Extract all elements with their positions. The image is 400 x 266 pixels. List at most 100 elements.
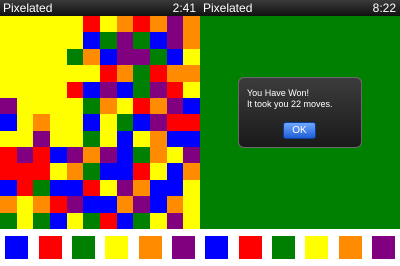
color-swatch-green-button[interactable] xyxy=(271,236,295,259)
board-cell-yellow xyxy=(83,65,100,82)
board-cell-red xyxy=(133,97,150,115)
board-cell-purple xyxy=(166,97,184,115)
board-cell-yellow xyxy=(33,81,50,98)
board-cell-purple xyxy=(183,147,200,164)
board-cell-yellow xyxy=(0,48,17,66)
board-cell-yellow xyxy=(183,179,200,197)
board-cell-red xyxy=(166,114,184,131)
board-cell-green xyxy=(66,48,84,66)
board-cell-yellow xyxy=(16,65,34,82)
board-cell-purple xyxy=(166,16,184,33)
board-cell-green xyxy=(133,32,150,49)
board-cell-orange xyxy=(183,16,200,33)
board-cell-green xyxy=(116,114,134,131)
board-cell-yellow xyxy=(166,147,184,164)
board-cell-red xyxy=(149,65,167,82)
board-cell-orange xyxy=(149,16,167,33)
board-cell-red xyxy=(66,81,84,98)
board-cell-yellow xyxy=(66,130,84,148)
board-cell-orange xyxy=(83,48,100,66)
board-cell-purple xyxy=(33,130,50,148)
color-swatch-yellow-button[interactable] xyxy=(305,236,329,259)
board-cell-yellow xyxy=(99,16,117,33)
color-swatch-yellow-button[interactable] xyxy=(105,236,129,259)
color-swatch-green-button[interactable] xyxy=(71,236,95,259)
board-cell-purple xyxy=(133,48,150,66)
color-swatch-red-button[interactable] xyxy=(238,236,262,259)
board-cell-yellow xyxy=(16,81,34,98)
board-cell-orange xyxy=(133,179,150,197)
board-cell-yellow xyxy=(16,130,34,148)
board-cell-yellow xyxy=(66,65,84,82)
board-cell-yellow xyxy=(16,32,34,49)
board-cell-blue xyxy=(116,130,134,148)
board-cell-orange xyxy=(33,114,50,131)
board-cell-yellow xyxy=(49,32,67,49)
board-cell-green xyxy=(149,48,167,66)
win-message: You Have Won! xyxy=(247,88,310,98)
color-swatch-blue-button[interactable] xyxy=(5,236,29,259)
board-cell-blue xyxy=(116,147,134,164)
color-swatch-orange-button[interactable] xyxy=(138,236,162,259)
board-cell-blue xyxy=(166,130,184,148)
color-swatch-purple-button[interactable] xyxy=(171,236,195,259)
board-cell-yellow xyxy=(66,212,84,229)
board-cell-red xyxy=(33,147,50,164)
board-cell-purple xyxy=(66,147,84,164)
board-cell-blue xyxy=(116,212,134,229)
board-cell-green xyxy=(83,212,100,229)
board-cell-blue xyxy=(133,114,150,131)
board-cell-yellow xyxy=(66,32,84,49)
color-swatch-red-button[interactable] xyxy=(38,236,62,259)
board-cell-orange xyxy=(149,130,167,148)
board-cell-yellow xyxy=(33,16,50,33)
board-cell-yellow xyxy=(66,16,84,33)
game-board[interactable] xyxy=(0,16,200,229)
board-cell-yellow xyxy=(49,97,67,115)
board-cell-orange xyxy=(33,196,50,213)
color-swatch-purple-button[interactable] xyxy=(371,236,395,259)
board-cell-yellow xyxy=(49,65,67,82)
board-cell-green xyxy=(83,163,100,180)
board-cell-red xyxy=(0,147,17,164)
right-phone-screen: Pixelated 8:22 You Have Won! It took you… xyxy=(200,0,400,229)
board-cell-blue xyxy=(83,114,100,131)
board-cell-yellow xyxy=(33,32,50,49)
board-cell-purple xyxy=(16,147,34,164)
board-cell-purple xyxy=(116,32,134,49)
board-cell-red xyxy=(99,65,117,82)
board-cell-yellow xyxy=(33,97,50,115)
board-cell-red xyxy=(49,196,67,213)
board-cell-yellow xyxy=(133,130,150,148)
board-cell-yellow xyxy=(33,65,50,82)
board-cell-yellow xyxy=(16,114,34,131)
board-cell-blue xyxy=(83,32,100,49)
board-cell-orange xyxy=(149,147,167,164)
board-cell-orange xyxy=(183,32,200,49)
board-cell-yellow xyxy=(183,212,200,229)
status-bar: Pixelated 2:41 xyxy=(0,0,200,16)
board-cell-green xyxy=(99,32,117,49)
board-cell-yellow xyxy=(16,16,34,33)
board-cell-blue xyxy=(166,163,184,180)
color-swatch-orange-button[interactable] xyxy=(338,236,362,259)
board-cell-yellow xyxy=(49,130,67,148)
board-cell-yellow xyxy=(0,65,17,82)
board-cell-purple xyxy=(116,179,134,197)
board-cell-yellow xyxy=(149,212,167,229)
board-cell-blue xyxy=(166,179,184,197)
color-swatch-blue-button[interactable] xyxy=(205,236,229,259)
board-cell-blue xyxy=(83,196,100,213)
board-cell-green xyxy=(133,65,150,82)
left-phone-screen: Pixelated 2:41 xyxy=(0,0,200,229)
board-cell-blue xyxy=(149,179,167,197)
board-cell-orange xyxy=(83,147,100,164)
board-cell-orange xyxy=(0,196,17,213)
board-cell-yellow xyxy=(183,48,200,66)
board-cell-red xyxy=(16,163,34,180)
board-cell-yellow xyxy=(183,196,200,213)
ok-button[interactable]: OK xyxy=(283,122,316,139)
board-cell-orange xyxy=(166,196,184,213)
board-cell-purple xyxy=(66,196,84,213)
board-cell-yellow xyxy=(66,97,84,115)
